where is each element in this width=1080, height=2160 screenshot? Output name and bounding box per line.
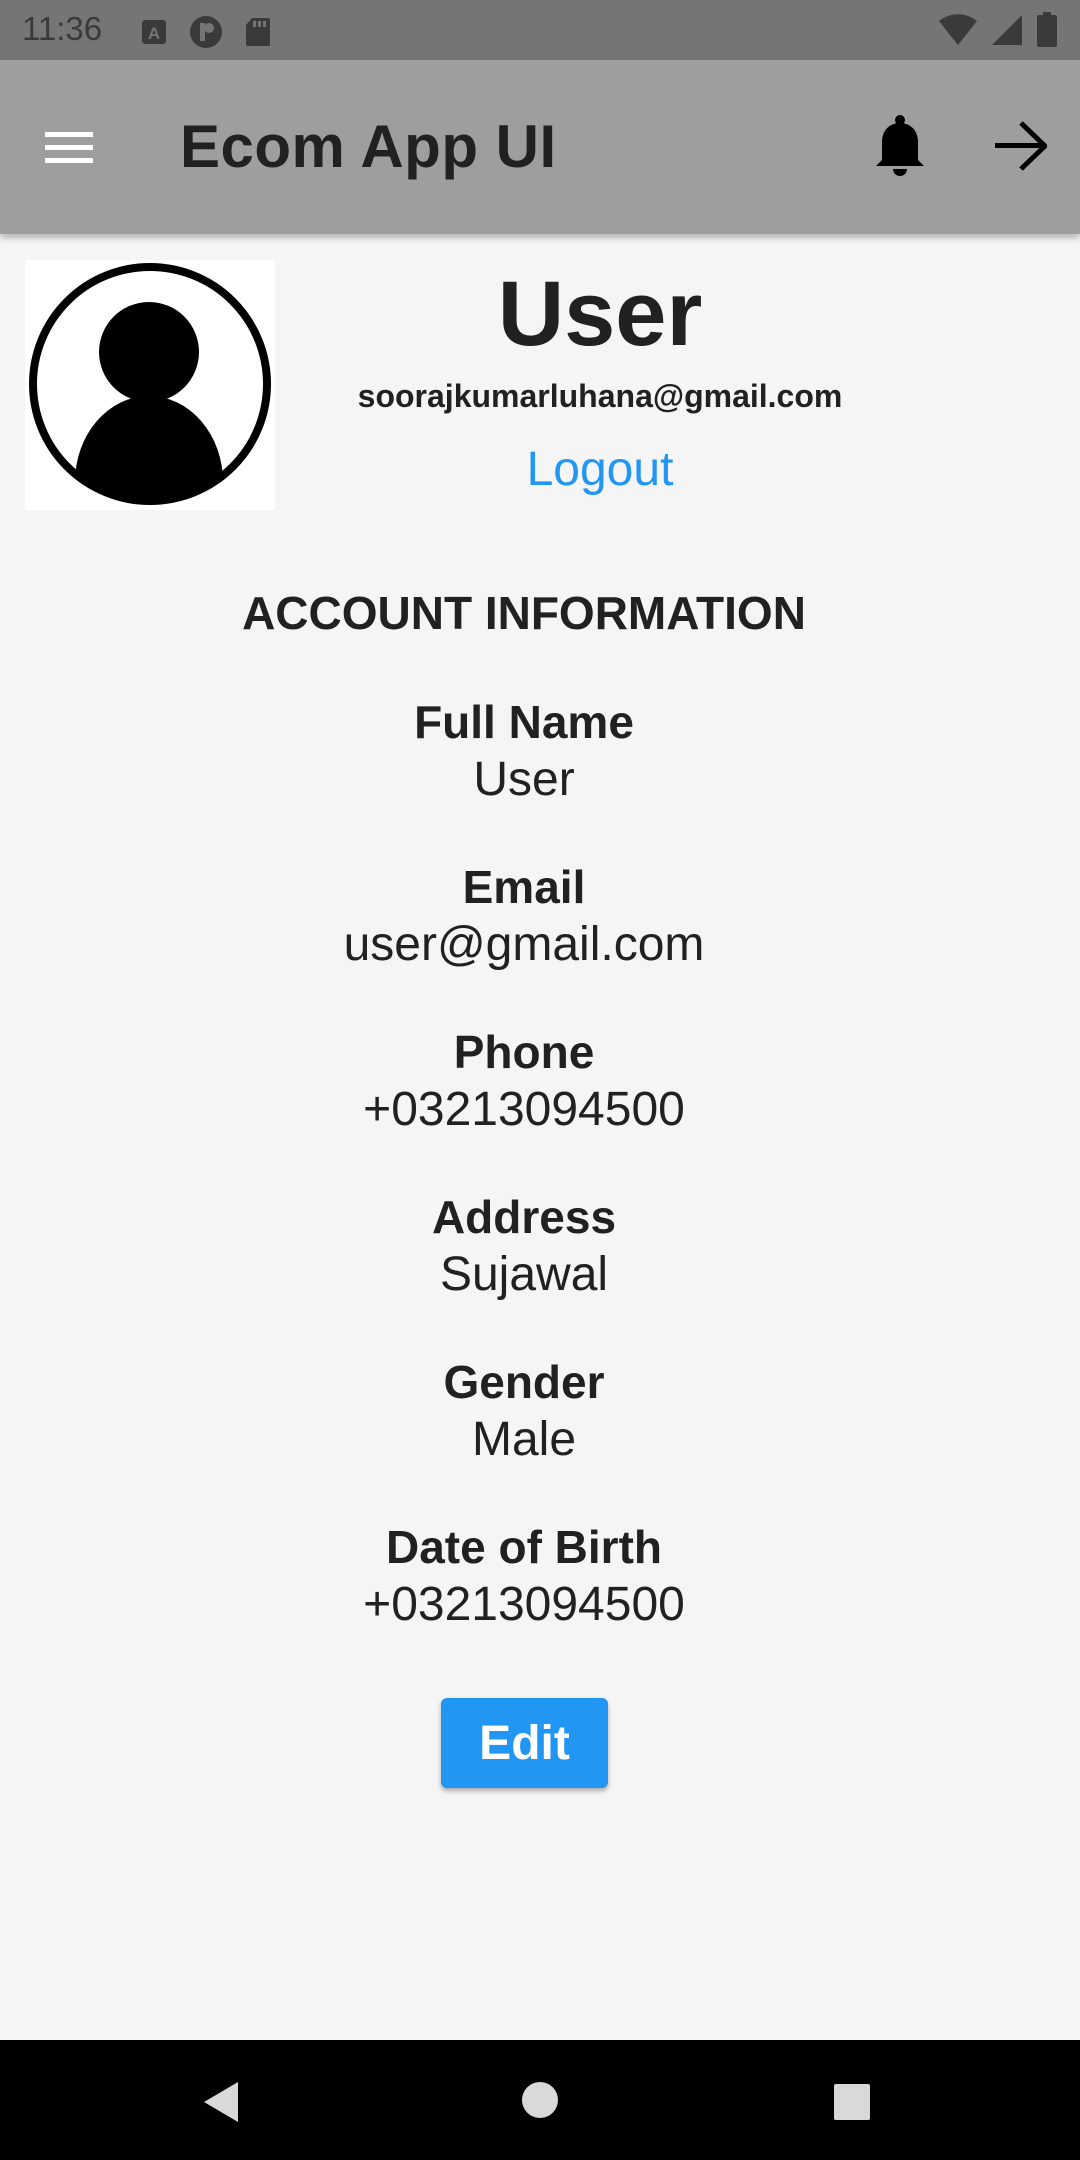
field-address: Address Sujawal [0,1189,1048,1305]
a-box-icon: A [140,18,168,51]
avatar [25,260,275,510]
notifications-button[interactable] [862,110,938,186]
field-value: +03213094500 [363,1083,685,1136]
hamburger-menu-icon [45,130,95,171]
signal-icon [990,13,1024,52]
back-triangle-icon[interactable] [200,2080,244,2129]
recents-square-icon[interactable] [832,2082,872,2127]
logout-button[interactable]: Logout [450,442,750,497]
forward-button[interactable] [982,110,1058,186]
circle-p-icon [188,14,224,55]
field-label: Email [462,861,586,913]
field-email: Email user@gmail.com [0,859,1048,975]
battery-icon [1036,12,1058,53]
status-notification-icons: A [140,14,272,55]
app-title: Ecom App UI [180,113,557,180]
user-avatar-icon [25,263,275,514]
field-label: Gender [443,1356,605,1408]
status-time: 11:36 [22,10,103,47]
sd-card-icon [244,16,272,53]
status-system-icons [938,12,1058,53]
profile-name: User [497,263,703,365]
system-nav-bar [0,2040,1080,2160]
field-phone: Phone +03213094500 [0,1024,1048,1140]
arrow-right-icon [993,120,1049,176]
status-bar: 11:36 A [0,0,1080,60]
field-label: Date of Birth [386,1521,662,1573]
section-title: ACCOUNT INFORMATION [242,587,806,639]
field-gender: Gender Male [0,1354,1048,1470]
field-value: user@gmail.com [343,918,705,971]
edit-button[interactable]: Edit [441,1698,608,1788]
home-circle-icon[interactable] [520,2080,560,2125]
profile-email: soorajkumarluhana@gmail.com [357,378,843,414]
svg-text:A: A [148,24,160,43]
field-label: Phone [453,1026,595,1078]
field-value: +03213094500 [363,1578,685,1631]
menu-button[interactable] [30,110,110,190]
field-label: Address [431,1191,617,1243]
app-bar: Ecom App UI [0,60,1080,234]
bell-icon [872,114,928,183]
field-value: User [473,753,575,806]
field-value: Male [471,1413,577,1466]
field-full-name: Full Name User [0,694,1048,810]
field-value: Sujawal [439,1248,609,1301]
field-date-of-birth: Date of Birth +03213094500 [0,1519,1048,1635]
wifi-icon [938,13,978,52]
field-label: Full Name [414,696,634,748]
